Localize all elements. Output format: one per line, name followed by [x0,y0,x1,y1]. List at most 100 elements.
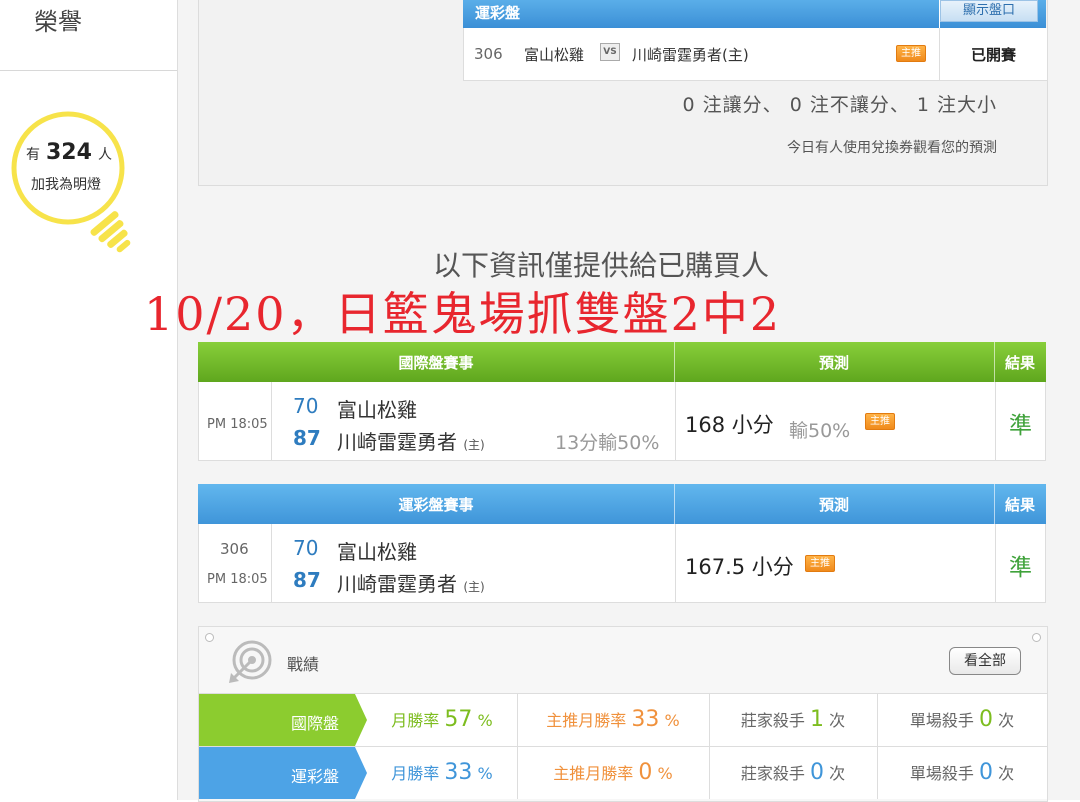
home-score: 87 [293,426,321,450]
cell-separator [675,382,676,460]
home-score: 87 [293,568,321,592]
home-team: 川崎雷霆勇者 [337,572,457,596]
honor-title: 榮譽 [34,8,82,36]
main-pick-badge: 主推 [805,555,835,572]
record-row-lottery: 運彩盤 月勝率 33 % 主推月勝率 0 % 莊家殺手 0 次 單場殺手 0 次 [199,746,1047,799]
single-value: 0 [979,760,993,785]
result-column-header: 結果 [1004,354,1035,372]
follow-caption: 加我為明燈 [31,177,101,193]
bet-counts: 0 注讓分、 0 注不讓分、 1 注大小 [682,94,997,116]
monthly-win-rate: 月勝率 57 % [367,694,517,746]
lottery-title: 運彩盤 [475,4,521,22]
follower-count-line: 有 324 人 [26,140,112,165]
main-pick-badge: 主推 [865,413,895,430]
international-game-row: PM 18:05 70 富山松雞 87 川崎雷霆勇者 (主) 13分輸50% 1… [198,382,1046,461]
record-row-label: 國際盤 [290,714,339,733]
single-value: 0 [979,707,993,732]
dealer-label: 莊家殺手 [740,764,805,783]
main-value: 33 [631,707,660,732]
prediction-value: 168 小分 [685,413,774,437]
main-content: 運彩盤 顯示盤口 306 富山松雞 VS 川崎雷霆勇者(主) 主推 已開賽 0 … [144,0,1080,802]
single-killer: 單場殺手 0 次 [877,747,1047,799]
sidebar-divider [0,70,177,71]
voucher-note: 今日有人使用兌換券觀看您的預測 [787,140,997,156]
main-unit: % [657,764,673,783]
cell-separator [271,524,272,602]
result-mark: 準 [1009,555,1032,581]
single-unit: 次 [998,764,1015,783]
tag-arrow [355,694,367,746]
monthly-value: 57 [444,707,473,732]
cell-separator [995,382,996,460]
vs-icon: VS [600,43,620,61]
international-table-header: 國際盤賽事 預測 結果 [198,342,1046,382]
dealer-killer: 莊家殺手 0 次 [709,747,877,799]
main-pick-badge: 主推 [896,45,926,62]
lottery-header: 運彩盤 顯示盤口 [463,0,1046,28]
away-team: 富山松雞 [337,540,417,564]
follower-prefix: 有 [26,147,40,163]
monthly-unit: % [477,711,493,730]
international-table: 國際盤賽事 預測 結果 PM 18:05 70 富山松雞 87 川崎雷霆勇者 (… [198,342,1046,461]
main-value: 0 [638,760,653,785]
sidebar: 榮譽 有 324 人 加我為明燈 [0,0,178,800]
event-column-header: 國際盤賽事 [398,354,474,372]
main-unit: % [664,711,680,730]
single-label: 單場殺手 [909,711,974,730]
record-row-tag: 運彩盤 [199,747,355,799]
dealer-label: 莊家殺手 [740,711,805,730]
follower-count: 324 [46,140,92,165]
lottery-game-row: 306 富山松雞 VS 川崎雷霆勇者(主) 主推 已開賽 [463,28,1048,81]
follower-bulb[interactable]: 有 324 人 加我為明燈 [10,110,131,260]
dealer-killer: 莊家殺手 1 次 [709,694,877,746]
view-all-button[interactable]: 看全部 [949,647,1021,675]
record-header: 戰績 看全部 [199,627,1047,693]
dealer-unit: 次 [829,764,846,783]
record-row-international: 國際盤 月勝率 57 % 主推月勝率 33 % 莊家殺手 1 次 單場殺手 0 … [199,693,1047,746]
monthly-unit: % [477,764,493,783]
lottery-table-header: 運彩盤賽事 預測 結果 [198,484,1046,524]
prediction-panel: 運彩盤 顯示盤口 306 富山松雞 VS 川崎雷霆勇者(主) 主推 已開賽 0 … [198,0,1048,186]
main-label: 主推月勝率 [546,711,627,730]
prediction-column-header: 預測 [818,496,849,514]
single-unit: 次 [998,711,1015,730]
corner-dot [1032,633,1041,642]
game-status: 已開賽 [970,46,1016,64]
result-overlay-text: 10/20，日籃鬼場抓雙盤2中2 [144,287,782,341]
dealer-value: 0 [810,760,824,785]
prediction-value: 167.5 小分 [685,555,794,579]
main-pick-win-rate: 主推月勝率 0 % [517,747,709,799]
record-row-label: 運彩盤 [290,767,339,786]
record-panel: 戰績 看全部 國際盤 月勝率 57 % 主推月勝率 33 % 莊家殺手 1 次 … [198,626,1048,802]
home-team-line: 川崎雷霆勇者 (主) [337,568,485,597]
spread-result: 13分輸50% [555,432,660,454]
cell-separator [995,524,996,602]
prediction-column-header: 預測 [818,354,849,372]
record-title: 戰績 [287,655,320,674]
away-team: 富山松雞 [524,46,585,64]
dealer-value: 1 [810,707,824,732]
home-tag: (主) [463,580,485,594]
home-tag: (主) [463,438,485,452]
result-column-header: 結果 [1004,496,1035,514]
cell-separator [271,382,272,460]
record-row-tag: 國際盤 [199,694,355,746]
game-number: 306 [220,540,249,558]
away-team: 富山松雞 [337,398,417,422]
away-score: 70 [293,394,319,418]
show-odds-button[interactable]: 顯示盤口 [940,0,1038,22]
home-team: 川崎雷霆勇者 [337,430,457,454]
single-killer: 單場殺手 0 次 [877,694,1047,746]
home-team: 川崎雷霆勇者(主) [632,46,749,64]
main-label: 主推月勝率 [553,764,634,783]
lottery-table: 運彩盤賽事 預測 結果 306 PM 18:05 70 富山松雞 87 川崎雷霆… [198,484,1046,603]
cell-separator [675,524,676,602]
target-icon [229,640,272,683]
dealer-unit: 次 [829,711,846,730]
game-number: 306 [474,45,503,63]
main-pick-win-rate: 主推月勝率 33 % [517,694,709,746]
result-mark: 準 [1009,413,1032,439]
monthly-value: 33 [444,760,473,785]
game-time: PM 18:05 [207,417,268,432]
lottery-game-row: 306 PM 18:05 70 富山松雞 87 川崎雷霆勇者 (主) 167.5… [198,524,1046,603]
